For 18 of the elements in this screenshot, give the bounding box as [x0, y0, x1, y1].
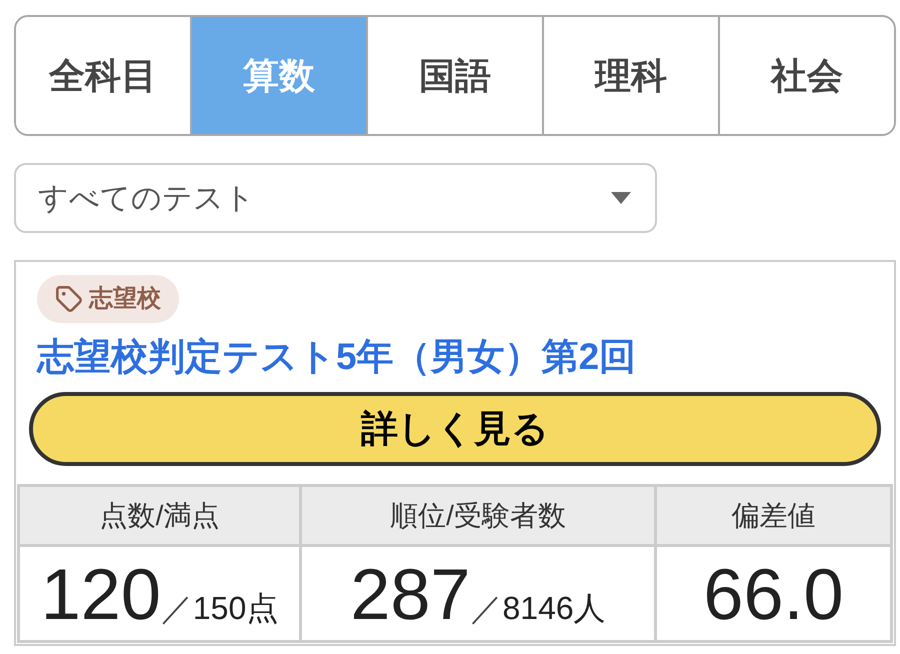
stat-value: 120 [40, 555, 161, 635]
dropdown-value: すべてのテスト [38, 180, 255, 216]
stat-total: 150点 [192, 589, 278, 628]
details-button[interactable]: 詳しく見る [29, 392, 881, 466]
stat-header: 順位/受験者数 [302, 487, 654, 544]
test-filter-dropdown[interactable]: すべてのテスト [14, 163, 657, 233]
stat-total: 8146人 [502, 589, 606, 628]
slash-separator: ／ [160, 589, 193, 628]
tag-label: 志望校 [89, 284, 161, 314]
stat-header: 点数/満点 [20, 487, 299, 544]
test-title-link[interactable]: 志望校判定テスト5年（男女）第2回 [37, 336, 636, 377]
stat-header: 偏差値 [657, 487, 890, 544]
dropdown-caret-icon [611, 192, 631, 204]
stat-value: 66.0 [703, 555, 844, 635]
slash-separator: ／ [470, 589, 502, 628]
tag-icon [55, 285, 83, 313]
stat-value: 287 [350, 555, 470, 635]
subject-tab[interactable]: 社会 [718, 17, 894, 134]
